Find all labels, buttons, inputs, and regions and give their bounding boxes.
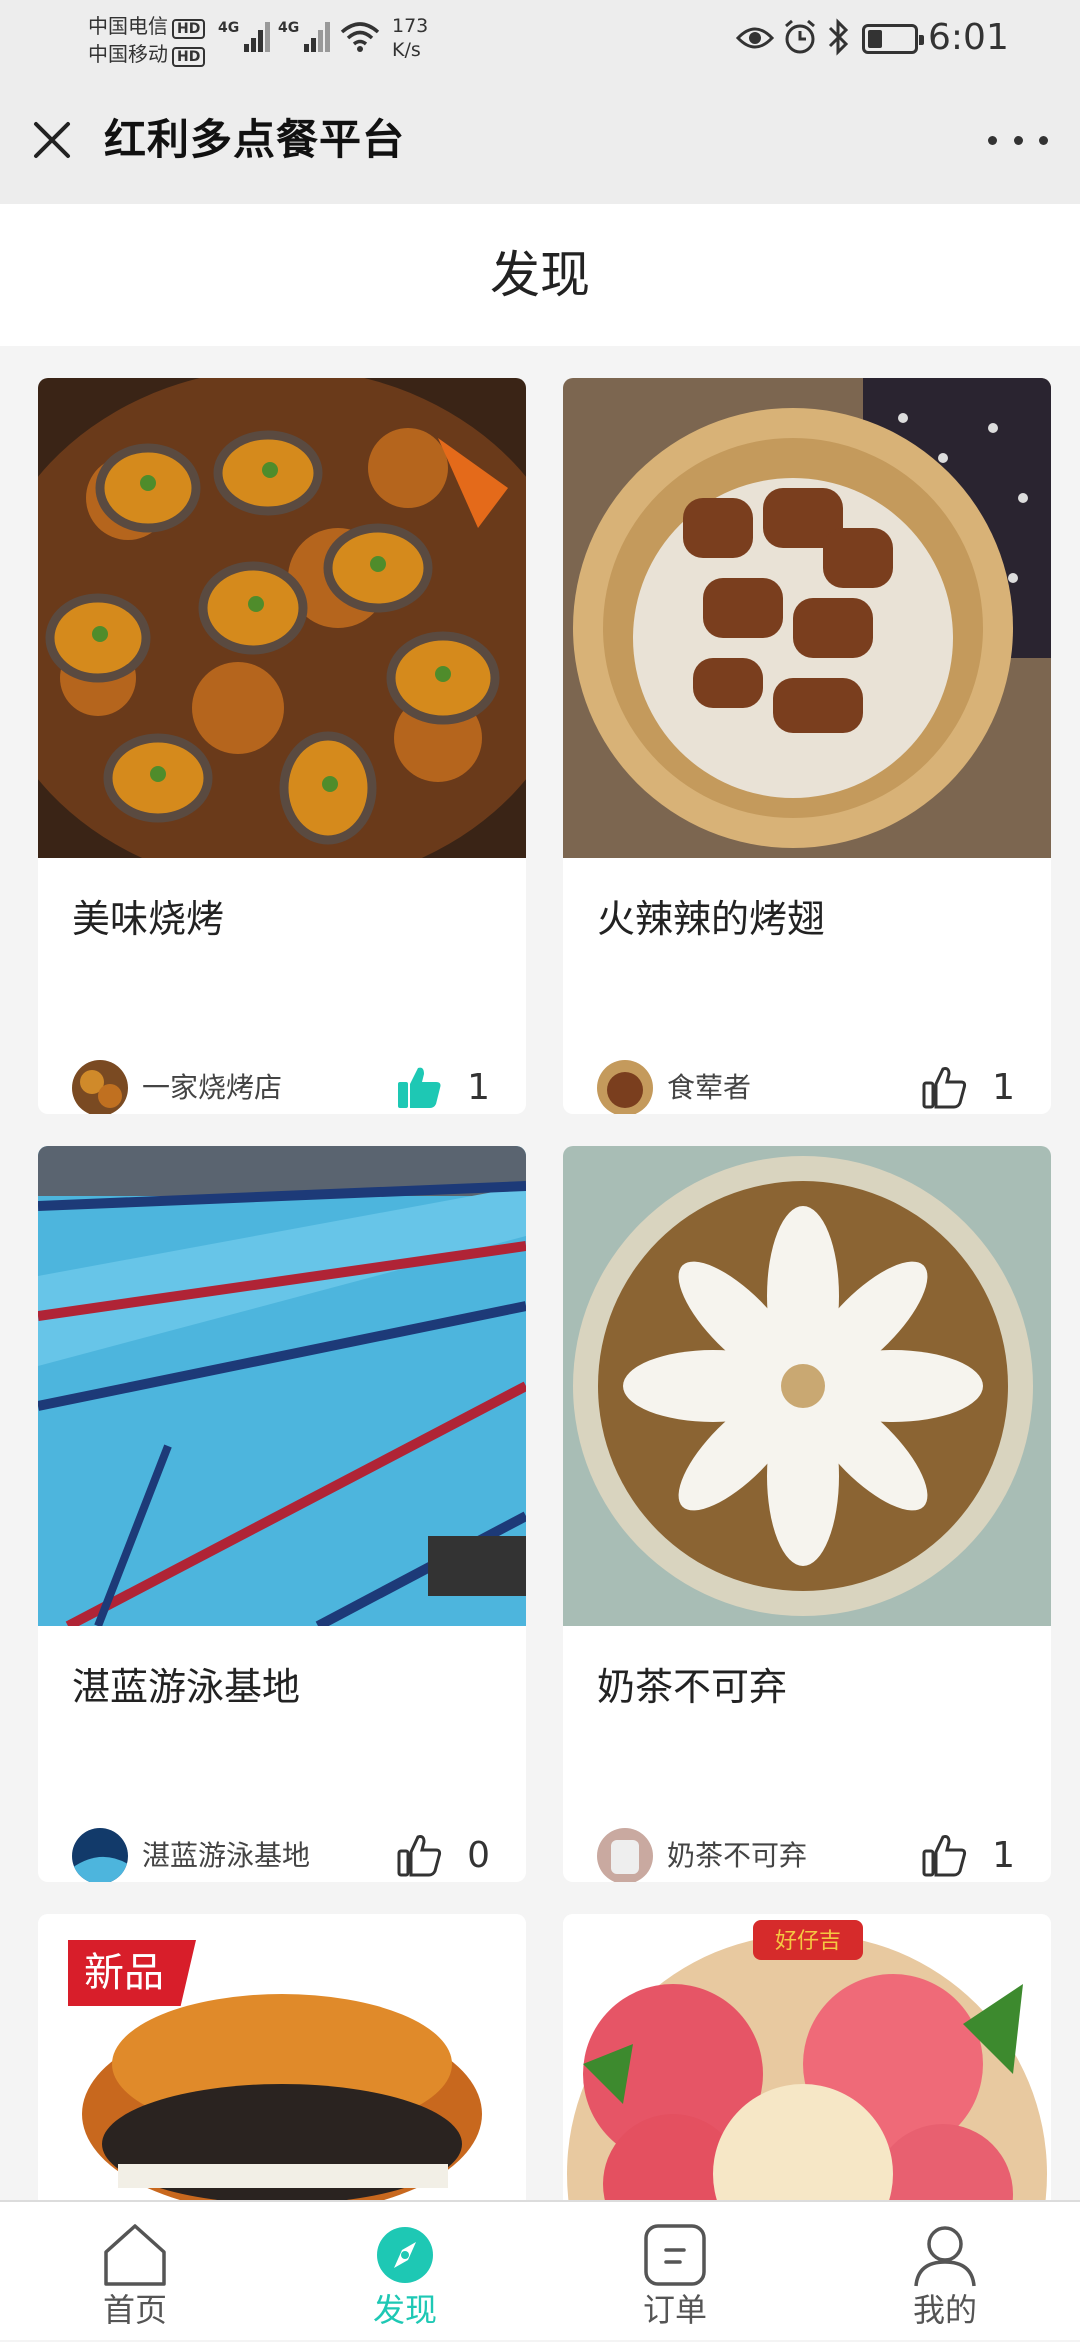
card-image[interactable] bbox=[38, 1146, 526, 1626]
signal-icon: 4G bbox=[278, 20, 330, 52]
carrier-2: 中国移动 bbox=[88, 42, 168, 66]
author-name[interactable]: 食荤者 bbox=[667, 1068, 751, 1108]
tab-profile-label: 我的 bbox=[912, 2291, 977, 2329]
author-name[interactable]: 一家烧烤店 bbox=[142, 1068, 282, 1108]
network-speed: 173 K/s bbox=[392, 15, 429, 61]
brand-logo-text: 好仔吉 bbox=[775, 1929, 841, 1954]
svg-text:4G: 4G bbox=[278, 20, 299, 36]
tab-home[interactable]: 首页 bbox=[0, 2202, 270, 2342]
hd-badge: HD bbox=[172, 47, 206, 67]
tab-home-label: 首页 bbox=[102, 2291, 167, 2329]
author-name[interactable]: 奶茶不可弃 bbox=[667, 1836, 807, 1876]
app-title: 红利多点餐平台 bbox=[104, 115, 406, 164]
tab-orders[interactable]: 订单 bbox=[540, 2202, 810, 2342]
feed-card[interactable]: 湛蓝游泳基地 湛蓝游泳基地 0 bbox=[38, 1146, 526, 1882]
order-icon bbox=[644, 2224, 706, 2286]
battery-icon bbox=[862, 24, 924, 54]
tab-discover-label: 发现 bbox=[372, 2291, 437, 2329]
tab-discover[interactable]: 发现 bbox=[270, 2202, 540, 2342]
feed-card[interactable]: 火辣辣的烤翅 食荤者 1 bbox=[563, 378, 1051, 1114]
eye-icon bbox=[736, 27, 774, 49]
avatar[interactable] bbox=[597, 1060, 653, 1114]
card-title: 火辣辣的烤翅 bbox=[597, 897, 826, 941]
more-menu-icon[interactable] bbox=[988, 126, 1048, 154]
like-count: 1 bbox=[467, 1067, 490, 1108]
author-name[interactable]: 湛蓝游泳基地 bbox=[142, 1836, 310, 1876]
feed-card[interactable]: 好仔吉 bbox=[563, 1914, 1051, 2200]
card-title: 奶茶不可弃 bbox=[597, 1665, 788, 1709]
thumbs-up-filled-icon[interactable] bbox=[396, 1064, 442, 1110]
like-count: 1 bbox=[992, 1835, 1015, 1876]
status-bar: 中国电信 HD 中国移动 HD 4G 4G 173 K/s 6:01 bbox=[0, 0, 1080, 76]
feed-card[interactable]: 美味烧烤 一家烧烤店 1 bbox=[38, 378, 526, 1114]
close-icon[interactable] bbox=[30, 118, 74, 162]
discover-feed[interactable]: 美味烧烤 一家烧烤店 1 火辣辣的烤翅 食荤者 1 湛蓝游泳基地 湛蓝游泳基地 … bbox=[0, 346, 1080, 2200]
carrier-info: 中国电信 HD 中国移动 HD bbox=[88, 12, 206, 68]
like-count: 1 bbox=[992, 1067, 1015, 1108]
card-image[interactable] bbox=[38, 378, 526, 858]
card-image[interactable] bbox=[563, 1146, 1051, 1626]
feed-card[interactable]: 新品 bbox=[38, 1914, 526, 2200]
avatar[interactable] bbox=[597, 1828, 653, 1882]
page-header: 发现 bbox=[0, 204, 1080, 346]
svg-text:4G: 4G bbox=[218, 20, 239, 36]
avatar[interactable] bbox=[72, 1060, 128, 1114]
carrier-1: 中国电信 bbox=[88, 14, 168, 38]
bottom-tab-bar: 首页 发现 订单 我的 bbox=[0, 2200, 1080, 2340]
app-header: 红利多点餐平台 bbox=[0, 76, 1080, 204]
thumbs-up-icon[interactable] bbox=[921, 1064, 967, 1110]
new-product-badge: 新品 bbox=[68, 1940, 196, 2006]
tab-profile[interactable]: 我的 bbox=[810, 2202, 1080, 2342]
card-title: 湛蓝游泳基地 bbox=[72, 1665, 301, 1709]
feed-card[interactable]: 奶茶不可弃 奶茶不可弃 1 bbox=[563, 1146, 1051, 1882]
compass-icon bbox=[377, 2227, 433, 2283]
avatar[interactable] bbox=[72, 1828, 128, 1882]
card-image[interactable] bbox=[563, 378, 1051, 858]
card-title: 美味烧烤 bbox=[72, 897, 225, 941]
alarm-icon bbox=[785, 19, 815, 54]
bluetooth-icon bbox=[828, 18, 849, 56]
card-image[interactable]: 好仔吉 bbox=[563, 1914, 1051, 2200]
wifi-icon bbox=[340, 22, 380, 52]
tab-orders-label: 订单 bbox=[642, 2291, 707, 2329]
signal-icon: 4G bbox=[218, 20, 270, 52]
like-count: 0 bbox=[467, 1835, 490, 1876]
hd-badge: HD bbox=[172, 19, 206, 39]
clock: 6:01 bbox=[928, 17, 1009, 58]
profile-icon bbox=[914, 2226, 976, 2287]
thumbs-up-icon[interactable] bbox=[921, 1832, 967, 1878]
home-icon bbox=[104, 2224, 166, 2286]
page-title: 发现 bbox=[490, 246, 590, 304]
card-image[interactable]: 新品 bbox=[38, 1914, 526, 2200]
thumbs-up-icon[interactable] bbox=[396, 1832, 442, 1878]
